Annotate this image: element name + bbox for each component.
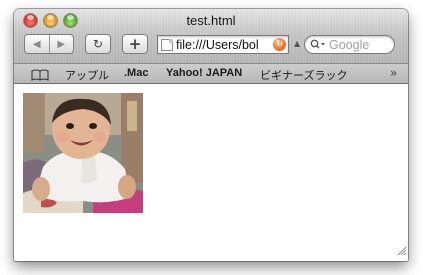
reload-icon: ↻ (92, 37, 104, 51)
bookmark-item-mac[interactable]: .Mac (124, 67, 148, 79)
plus-icon: + (128, 35, 142, 53)
bookmark-item-beginners-luck[interactable]: ビギナーズラック (260, 67, 347, 83)
reload-button[interactable]: ↻ (85, 34, 111, 54)
bookmark-item-apple[interactable]: アップル (65, 67, 109, 83)
toolbar-resize-handle-icon[interactable]: ▲ (294, 39, 300, 48)
search-icon[interactable] (310, 39, 326, 50)
window-title: test.html (186, 13, 236, 28)
back-button[interactable]: ◀ (25, 35, 49, 53)
document-icon (161, 38, 173, 51)
bookmark-item-yahoo-japan[interactable]: Yahoo! JAPAN (166, 67, 242, 79)
add-bookmark-button[interactable]: + (122, 34, 148, 54)
reload-go-icon[interactable]: ↻ (273, 38, 286, 51)
browser-window: test.html ◀ ▶ ↻ + file:///Users/bol ↻ ▲ (14, 9, 408, 261)
bookmarks-bar: アップル .Mac Yahoo! JAPAN ビギナーズラック » (14, 64, 408, 84)
forward-button[interactable]: ▶ (48, 35, 74, 53)
forward-arrow-icon: ▶ (57, 38, 66, 50)
page-content (14, 84, 408, 261)
back-arrow-icon: ◀ (32, 38, 41, 50)
back-forward-control: ◀ ▶ (24, 34, 74, 54)
baby-photo-image (23, 93, 143, 213)
resize-grip-icon[interactable] (396, 241, 407, 260)
search-field[interactable]: Google (304, 35, 395, 54)
address-field[interactable]: file:///Users/bol ↻ (157, 35, 289, 54)
title-toolbar: test.html ◀ ▶ ↻ + file:///Users/bol ↻ ▲ (14, 9, 408, 64)
search-placeholder: Google (329, 37, 370, 52)
address-text[interactable]: file:///Users/bol (176, 38, 272, 52)
more-bookmarks-chevron-icon[interactable]: » (390, 66, 397, 80)
